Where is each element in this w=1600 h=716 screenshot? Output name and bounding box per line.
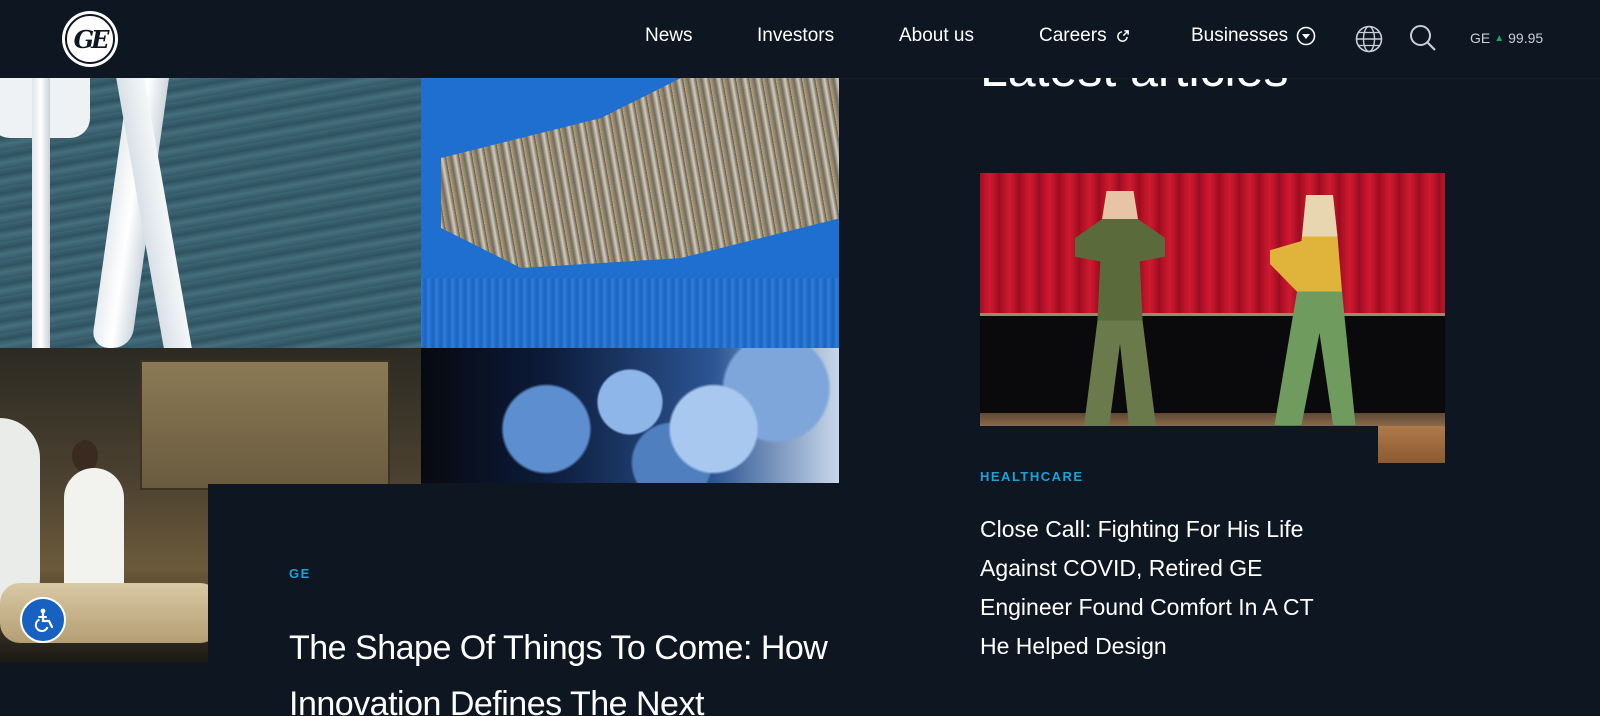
chevron-down-circle-icon <box>1296 26 1316 46</box>
nav-news[interactable]: News <box>645 25 693 47</box>
wheelchair-accessibility-icon[interactable] <box>20 597 66 643</box>
ge-monogram: GE <box>65 14 115 64</box>
latest-article-image-corner <box>1378 426 1445 463</box>
nav-businesses-label: Businesses <box>1191 25 1289 46</box>
latest-article-title[interactable]: Close Call: Fighting For His Life Agains… <box>980 510 1340 666</box>
latest-article-category[interactable]: HEALTHCARE <box>980 469 1084 484</box>
external-link-icon <box>1115 29 1130 44</box>
nav-careers[interactable]: Careers <box>1039 25 1130 47</box>
site-header: GE News Investors About us Careers Busin… <box>0 0 1600 78</box>
nav-businesses[interactable]: Businesses <box>1191 25 1316 47</box>
featured-article-title[interactable]: The Shape Of Things To Come: How Innovat… <box>289 620 849 716</box>
arrow-up-icon: ▲ <box>1494 32 1505 44</box>
search-icon[interactable] <box>1408 23 1438 58</box>
hexagon-mirror-image <box>421 348 839 483</box>
gas-turbine-image <box>421 78 839 348</box>
nav-investors[interactable]: Investors <box>757 25 834 47</box>
ge-logo[interactable]: GE <box>62 11 118 67</box>
ticker-price: 99.95 <box>1508 30 1544 46</box>
nav-about-us-label: About us <box>899 25 974 46</box>
ticker-symbol: GE <box>1470 30 1491 46</box>
latest-article-image[interactable] <box>980 173 1445 426</box>
stock-ticker[interactable]: GE ▲ 99.95 <box>1470 30 1543 46</box>
wind-turbine-image <box>0 78 421 348</box>
nav-about-us[interactable]: About us <box>899 25 974 47</box>
globe-icon[interactable] <box>1354 24 1384 59</box>
nav-careers-label: Careers <box>1039 25 1107 46</box>
nav-investors-label: Investors <box>757 25 835 46</box>
featured-article-card[interactable]: GE The Shape Of Things To Come: How Inno… <box>208 484 839 716</box>
featured-article-category[interactable]: GE <box>289 566 311 581</box>
nav-news-label: News <box>645 25 693 46</box>
